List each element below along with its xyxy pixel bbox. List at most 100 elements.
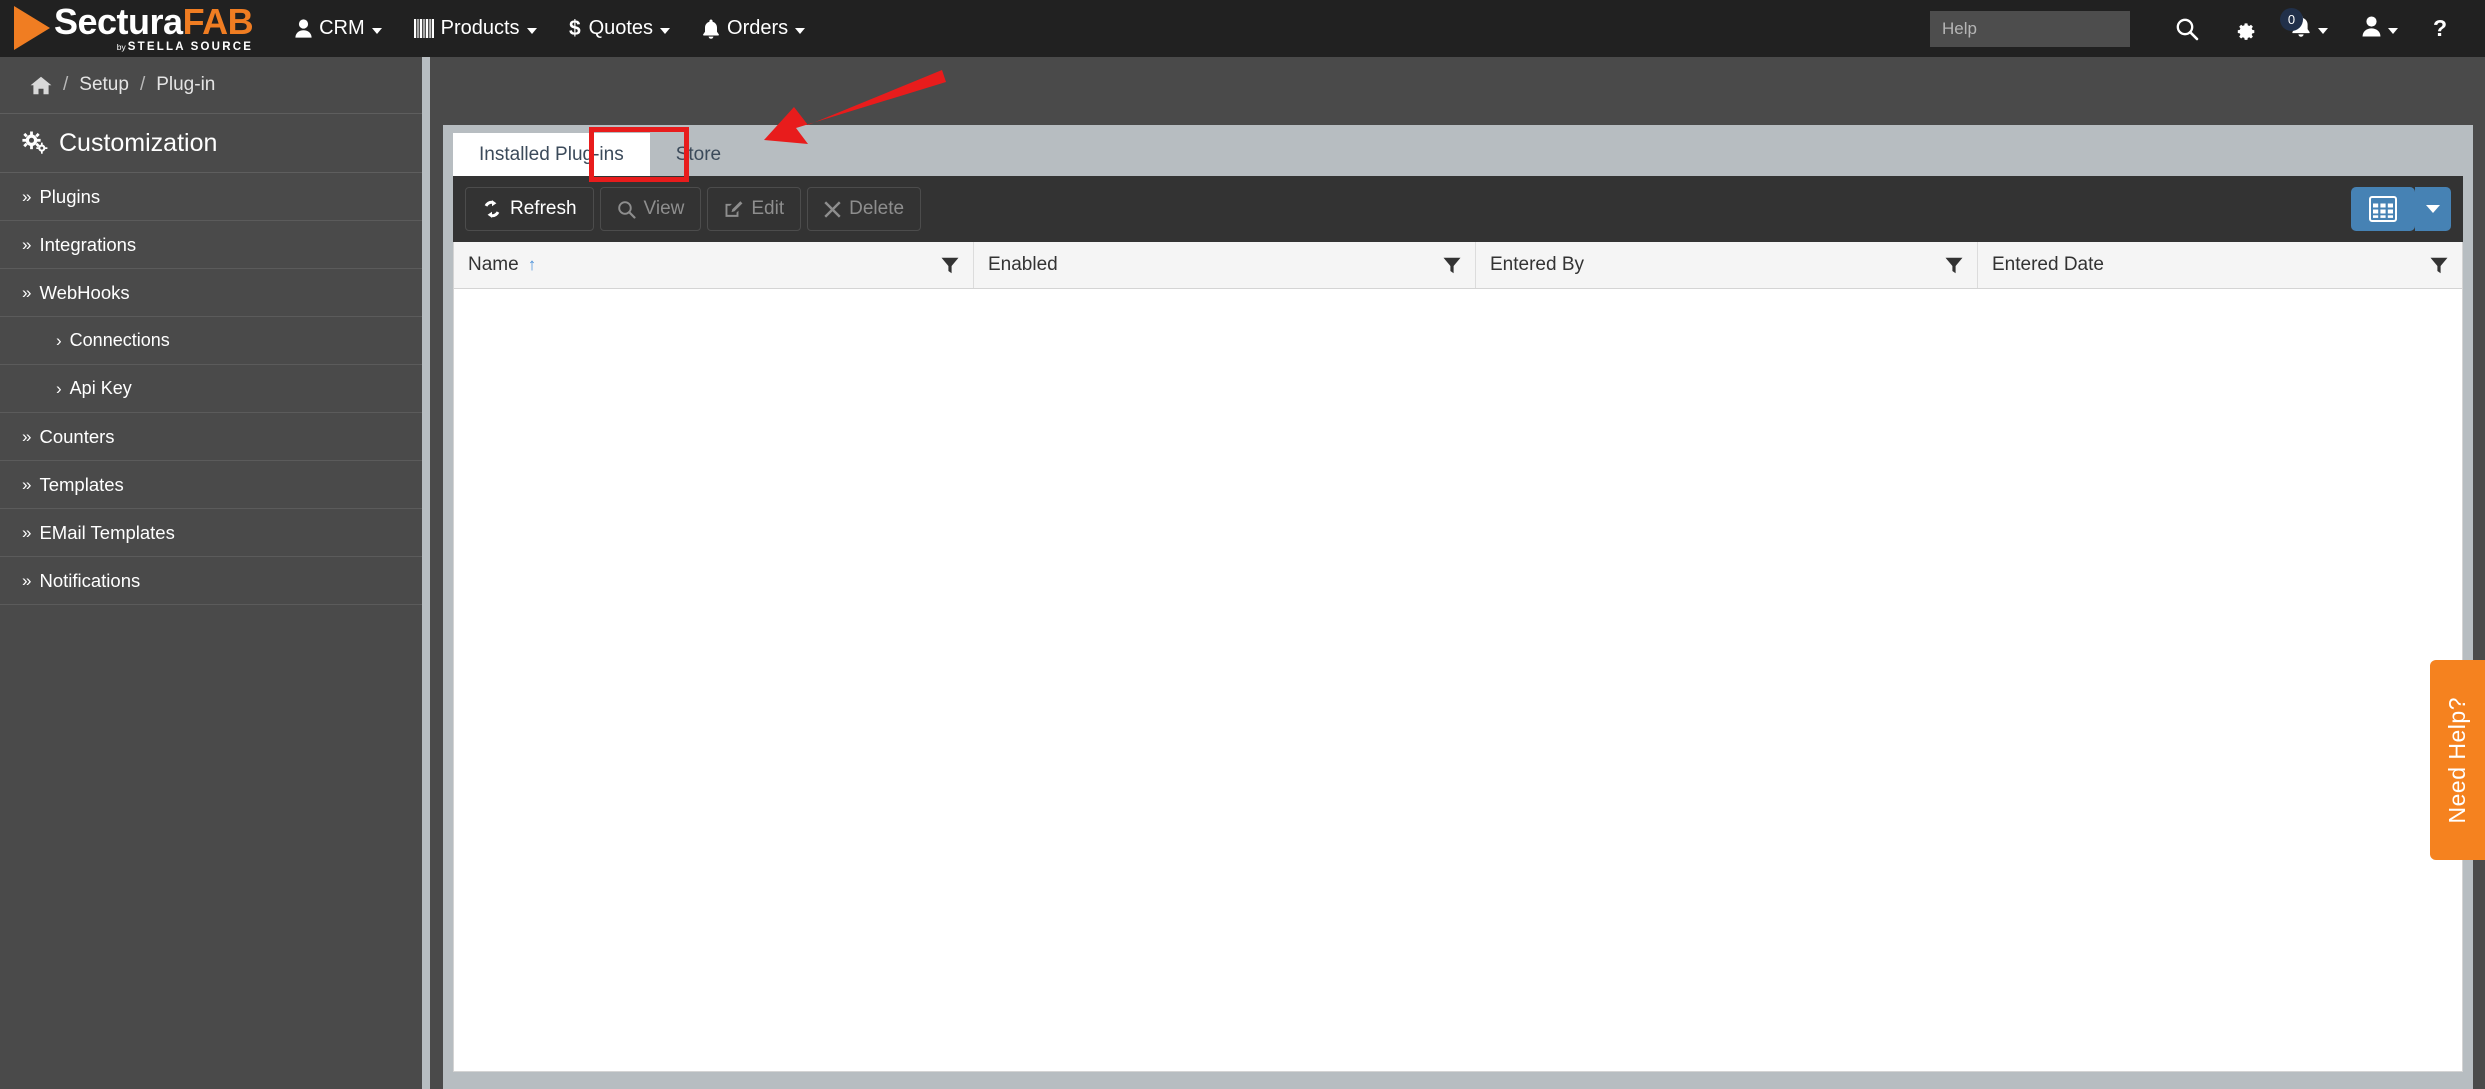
delete-button[interactable]: Delete [807, 187, 922, 231]
sidebar-item-label: EMail Templates [39, 521, 175, 543]
filter-funnel-icon[interactable] [941, 257, 959, 274]
button-label: Delete [849, 198, 905, 219]
sidebar-item-email-templates[interactable]: » EMail Templates [0, 509, 422, 557]
nav-item-orders[interactable]: Orders [686, 0, 821, 57]
column-header-name[interactable]: Name ↑ [454, 242, 974, 288]
refresh-button[interactable]: Refresh [465, 187, 594, 231]
breadcrumb-item-setup[interactable]: Setup [79, 74, 129, 96]
chevron-right-icon: › [56, 330, 62, 350]
sidebar-item-label: WebHooks [39, 281, 130, 303]
chevron-double-right-icon: » [22, 186, 32, 206]
chevron-down-icon [795, 27, 806, 34]
barcode-icon [413, 19, 434, 38]
chevron-down-icon[interactable] [2415, 187, 2451, 231]
sidebar-item-label: Api Key [69, 378, 132, 398]
notification-count-badge: 0 [2280, 8, 2303, 31]
column-label: Entered By [1490, 254, 1584, 275]
gear-icon[interactable] [2216, 0, 2274, 57]
sidebar-item-templates[interactable]: » Templates [0, 461, 422, 509]
chevron-double-right-icon: » [22, 426, 32, 446]
column-label: Name [468, 254, 519, 275]
dollar-icon: $ [569, 18, 582, 39]
home-icon[interactable] [30, 76, 52, 95]
chevron-down-icon [371, 27, 382, 34]
left-sidebar: / Setup / Plug-in Customization » Plugin… [0, 57, 422, 1089]
question-icon[interactable]: ? [2415, 0, 2465, 57]
breadcrumb-separator: / [139, 74, 146, 95]
chevron-down-icon [2388, 27, 2398, 34]
column-header-entered-by[interactable]: Entered By [1476, 242, 1978, 288]
tab-installed-plugins[interactable]: Installed Plug-ins [453, 133, 650, 176]
user-icon [2362, 15, 2381, 42]
bell-icon [702, 19, 720, 39]
tab-bar: Installed Plug-ins Store [443, 125, 2473, 182]
breadcrumb-item-plugin: Plug-in [156, 74, 216, 95]
view-button[interactable]: View [599, 187, 702, 231]
logo-name-primary: Sectura [54, 0, 183, 42]
gears-icon [22, 131, 48, 155]
sidebar-item-api-key[interactable]: › Api Key [0, 365, 422, 413]
app-logo[interactable]: SecturaFAB by STELLA SOURCE [14, 0, 254, 57]
grid-toolbar: Refresh View Edit Delete [453, 176, 2463, 242]
search-icon[interactable] [2158, 0, 2216, 57]
help-search-input[interactable] [1930, 10, 2130, 47]
sidebar-item-webhooks[interactable]: » WebHooks [0, 269, 422, 317]
sidebar-item-label: Integrations [39, 233, 137, 255]
svg-text:?: ? [2433, 17, 2447, 41]
notifications-bell-button[interactable]: 0 [2274, 0, 2345, 57]
chevron-double-right-icon: » [22, 522, 32, 542]
user-account-button[interactable] [2345, 0, 2415, 57]
table-body-empty [454, 289, 2462, 1071]
button-label: View [643, 198, 685, 219]
column-chooser-group [2351, 187, 2451, 231]
user-icon [295, 19, 312, 38]
chevron-down-icon [2318, 27, 2328, 34]
filter-funnel-icon[interactable] [1443, 257, 1461, 274]
chevron-right-icon: › [56, 378, 62, 398]
sidebar-item-connections[interactable]: › Connections [0, 317, 422, 365]
column-label: Entered Date [1992, 254, 2104, 275]
sidebar-divider [422, 57, 430, 1089]
top-nav-right-group: 0 ? [1930, 0, 2485, 57]
main-content-area: Installed Plug-ins Store Refresh View Ed… [430, 57, 2485, 1089]
sidebar-item-notifications[interactable]: » Notifications [0, 557, 422, 605]
tab-store[interactable]: Store [650, 133, 747, 176]
button-label: Refresh [510, 198, 577, 219]
logo-wordmark: SecturaFAB [54, 0, 254, 42]
sidebar-section-title: Customization [0, 113, 422, 173]
nav-item-products[interactable]: Products [398, 0, 553, 57]
plugin-panel: Installed Plug-ins Store Refresh View Ed… [443, 125, 2473, 1089]
need-help-tab[interactable]: Need Help? [2430, 660, 2485, 860]
sidebar-item-counters[interactable]: » Counters [0, 413, 422, 461]
need-help-label: Need Help? [2444, 696, 2470, 824]
tab-label: Store [675, 143, 722, 165]
tab-label: Installed Plug-ins [479, 143, 624, 165]
sidebar-item-label: Notifications [39, 569, 141, 591]
column-header-entered-date[interactable]: Entered Date [1978, 242, 2462, 288]
sort-ascending-icon: ↑ [527, 255, 537, 274]
nav-item-quotes[interactable]: $ Quotes [553, 0, 686, 57]
sidebar-item-plugins[interactable]: » Plugins [0, 173, 422, 221]
edit-button[interactable]: Edit [707, 187, 802, 231]
breadcrumb-separator: / [63, 74, 69, 95]
nav-label-orders: Orders [727, 17, 789, 39]
filter-funnel-icon[interactable] [1945, 257, 1963, 274]
table-header-row: Name ↑ Enabled Entered By Entered Date [454, 242, 2462, 289]
sidebar-item-integrations[interactable]: » Integrations [0, 221, 422, 269]
sidebar-item-label: Connections [69, 330, 170, 350]
button-label: Edit [751, 198, 785, 219]
nav-label-crm: CRM [319, 17, 365, 39]
nav-label-quotes: Quotes [588, 17, 654, 39]
pencil-square-icon [724, 200, 743, 219]
breadcrumb: / Setup / Plug-in [0, 57, 422, 113]
refresh-icon [482, 199, 502, 219]
filter-funnel-icon[interactable] [2430, 257, 2448, 274]
close-x-icon [824, 200, 841, 218]
sidebar-section-title-label: Customization [59, 128, 218, 157]
table-grid-icon[interactable] [2351, 187, 2415, 231]
nav-item-crm[interactable]: CRM [279, 0, 398, 57]
chevron-double-right-icon: » [22, 570, 32, 590]
column-header-enabled[interactable]: Enabled [974, 242, 1476, 288]
chevron-down-icon [526, 27, 537, 34]
sidebar-item-label: Plugins [39, 185, 101, 207]
